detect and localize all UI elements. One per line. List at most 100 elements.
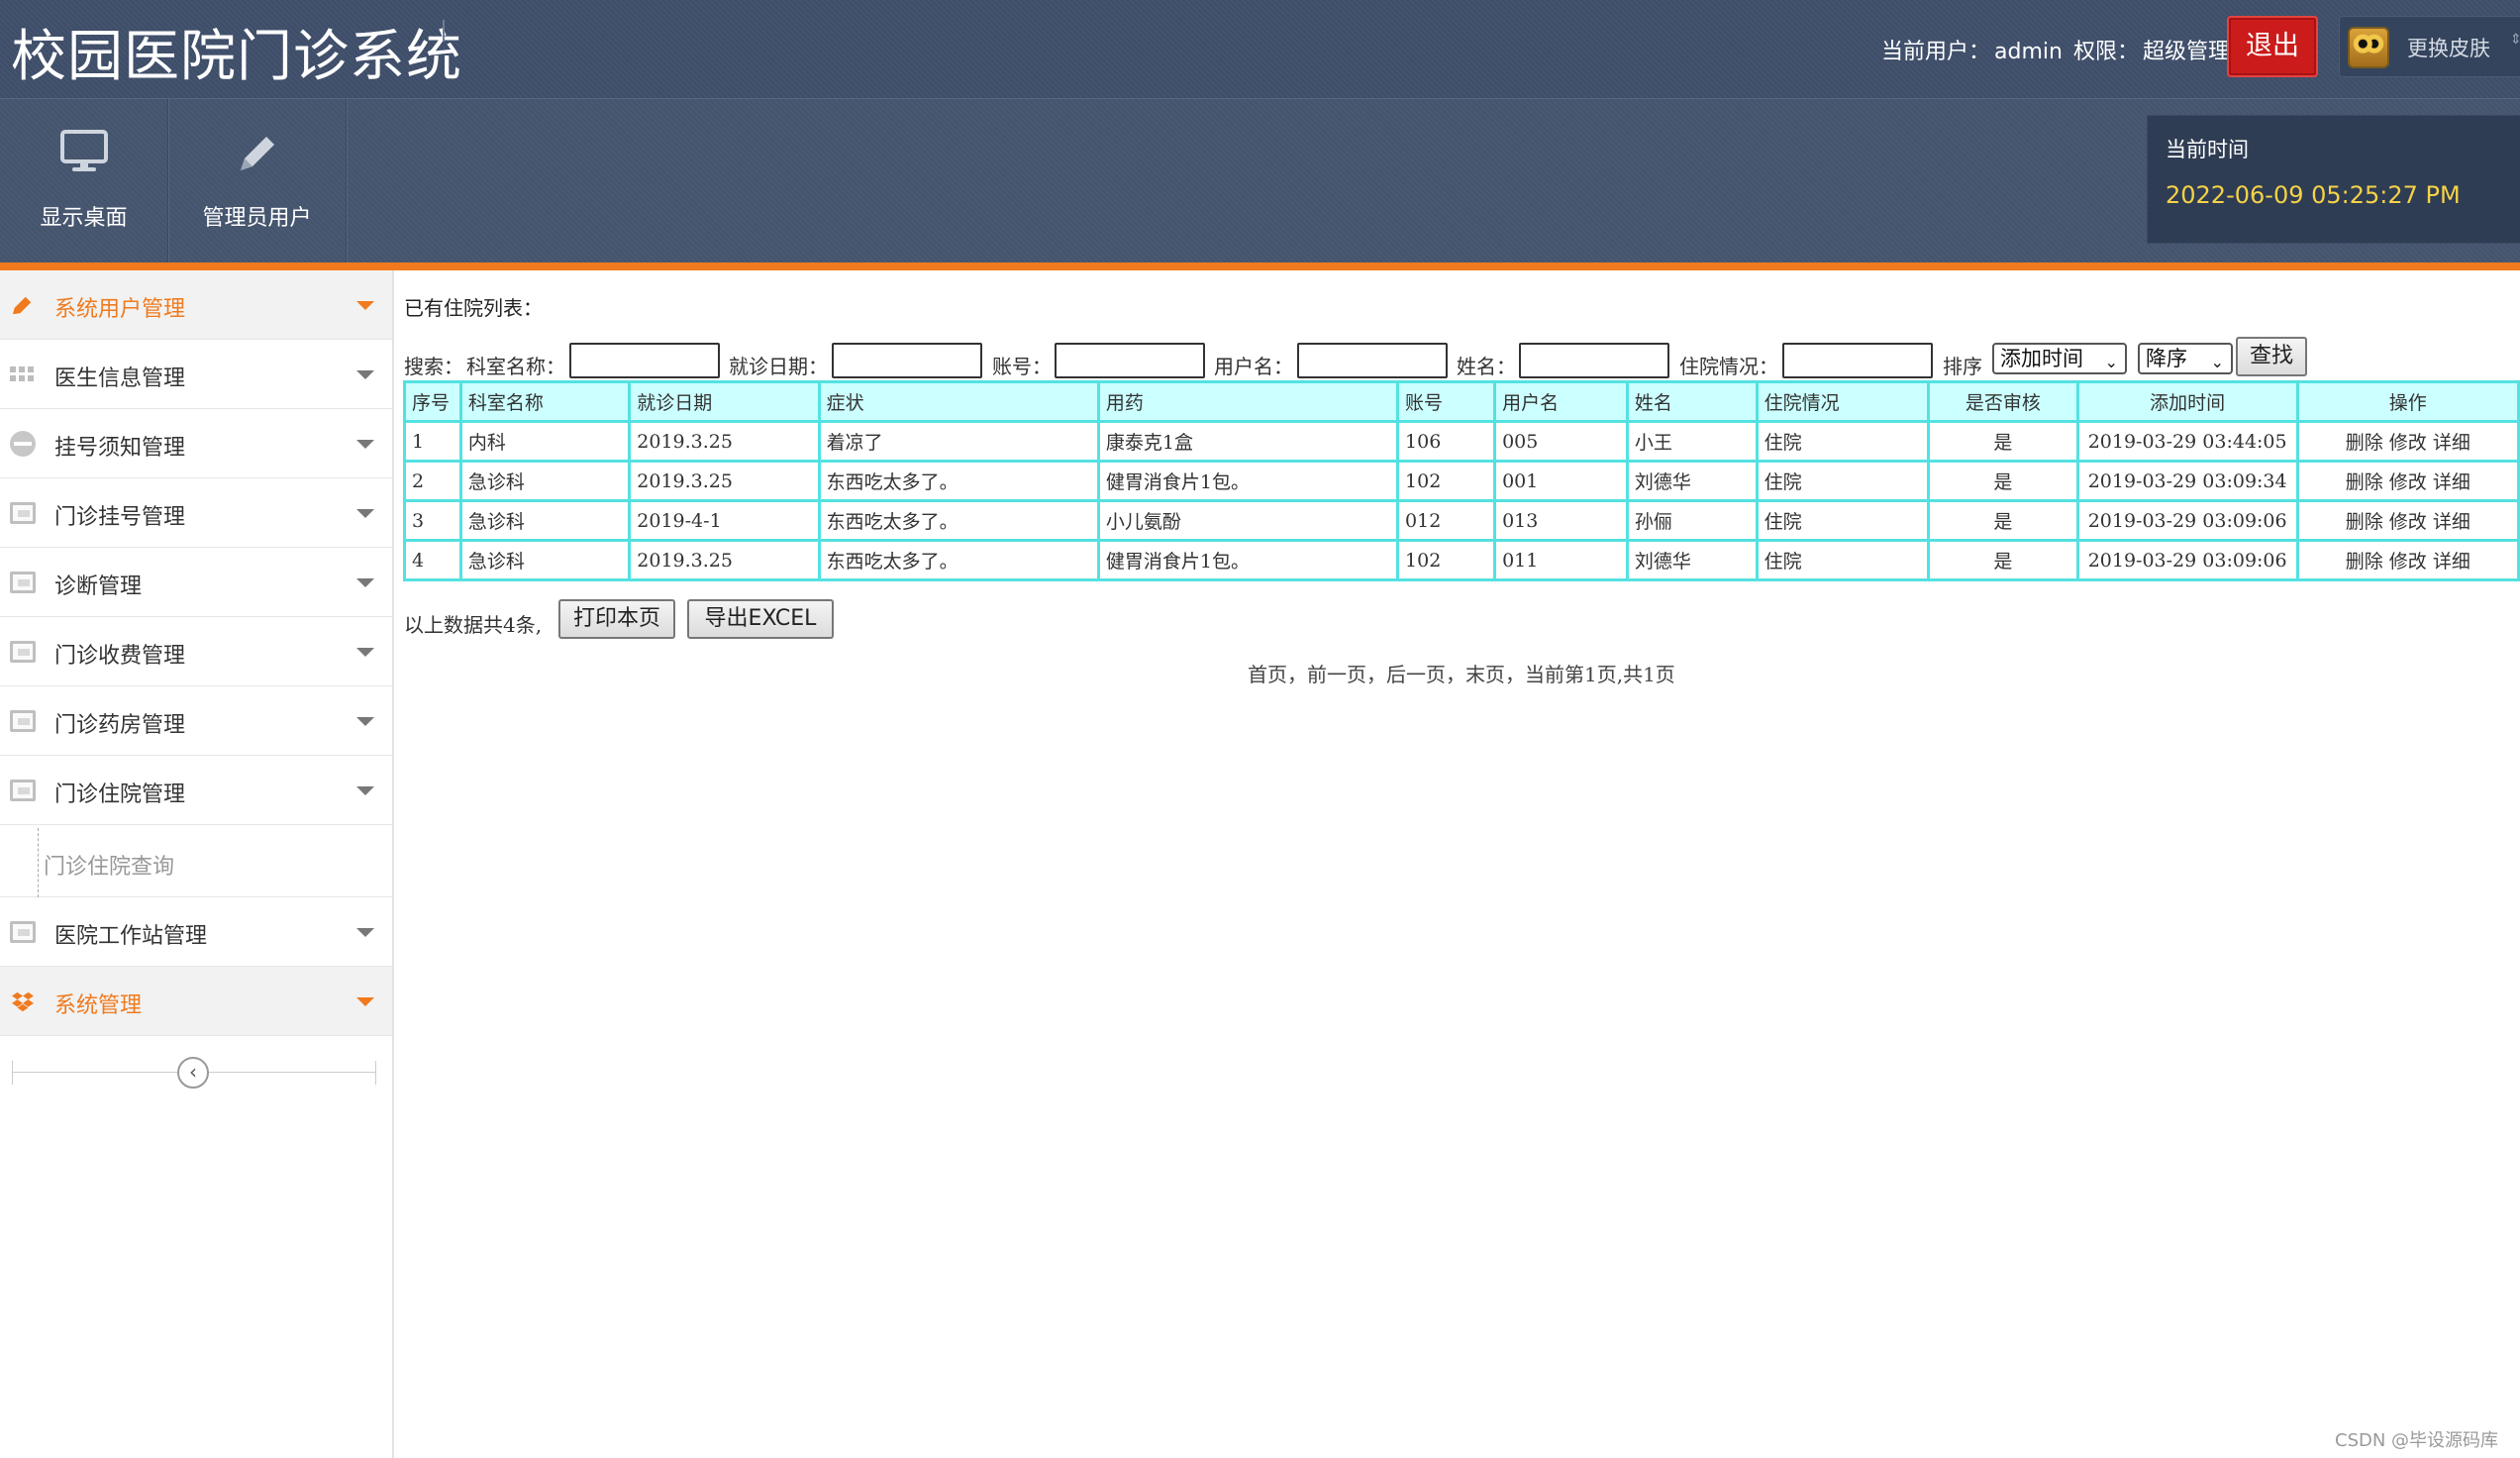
print-button[interactable]: 打印本页 — [558, 599, 675, 639]
sidebar-item-label: 门诊住院管理 — [54, 782, 186, 807]
cell-account: 102 — [1396, 460, 1497, 502]
dept-label: 科室名称： — [466, 355, 565, 378]
edit-link[interactable]: 修改 — [2389, 551, 2427, 573]
cell-dept: 急诊科 — [458, 539, 632, 581]
export-excel-button[interactable]: 导出EXCEL — [687, 599, 834, 639]
sidebar-item-label: 医院工作站管理 — [54, 924, 208, 949]
cell-name: 刘德华 — [1625, 539, 1759, 581]
app-title: 校园医院门诊系统 — [11, 25, 462, 89]
submenu-item-hospitalization-query[interactable]: 门诊住院查询 — [0, 828, 392, 897]
cell-symptom: 着凉了 — [817, 420, 1100, 463]
pencil-icon — [240, 137, 274, 170]
sidebar-item-label: 门诊收费管理 — [54, 644, 186, 669]
show-desktop-button[interactable]: 显示桌面 — [0, 99, 168, 262]
edit-link[interactable]: 修改 — [2389, 471, 2427, 493]
account-input[interactable] — [1055, 343, 1205, 378]
sidebar-item-hospitalization[interactable]: 门诊住院管理 — [0, 756, 392, 825]
main-content: 已有住院列表： 搜索： 科室名称： 就诊日期： 账号： 用户名： 姓名： 住院情… — [396, 270, 2520, 1458]
minus-circle-icon — [10, 431, 36, 457]
screen-icon — [10, 641, 36, 663]
search-prefix: 搜索： — [404, 355, 463, 378]
edit-link[interactable]: 修改 — [2389, 432, 2427, 454]
cell-visit-date: 2019-4-1 — [628, 499, 821, 542]
username-label: 用户名： — [1214, 355, 1293, 378]
cell-reviewed: 是 — [1926, 499, 2079, 542]
skin-scroll-icon: ⇕ — [2510, 32, 2520, 48]
sidebar-collapse-row: ‹ — [12, 1053, 376, 1093]
sidebar-item-registration-notice[interactable]: 挂号须知管理 — [0, 409, 392, 478]
delete-link[interactable]: 删除 — [2346, 471, 2383, 493]
account-label: 账号： — [992, 355, 1052, 378]
collapse-sidebar-button[interactable]: ‹ — [177, 1057, 209, 1089]
cell-username: 005 — [1493, 420, 1629, 463]
table-row: 3 急诊科 2019-4-1 东西吃太多了。 小儿氨酚 012 013 孙俪 住… — [403, 499, 2520, 542]
detail-link[interactable]: 详细 — [2433, 551, 2470, 573]
list-title: 已有住院列表： — [404, 296, 543, 320]
sidebar-item-system-management[interactable]: 系统管理 — [0, 967, 392, 1036]
sidebar-item-system-users[interactable]: 系统用户管理 — [0, 270, 392, 340]
chevron-down-icon — [356, 370, 374, 379]
column-header: 姓名 — [1625, 380, 1759, 423]
cell-visit-date: 2019.3.25 — [628, 539, 821, 581]
cell-index: 2 — [403, 460, 462, 502]
toolbar: 显示桌面 管理员用户 当前时间 2022-06-09 05:25:27 PM — [0, 99, 2520, 262]
cell-dept: 急诊科 — [458, 460, 632, 502]
sort-field-select[interactable]: 添加时间 ⌄ — [1992, 343, 2127, 374]
column-header: 住院情况 — [1755, 380, 1930, 423]
visit-date-input[interactable] — [832, 343, 982, 378]
username-input[interactable] — [1297, 343, 1448, 378]
sort-order-select[interactable]: 降序 ⌄ — [2138, 343, 2233, 374]
detail-link[interactable]: 详细 — [2433, 471, 2470, 493]
sidebar-item-pharmacy[interactable]: 门诊药房管理 — [0, 686, 392, 756]
screen-icon — [10, 502, 36, 524]
table-row: 4 急诊科 2019.3.25 东西吃太多了。 健胃消食片1包。 102 011… — [403, 539, 2520, 581]
logout-button[interactable]: 退出 — [2227, 16, 2318, 77]
chevron-down-icon: ⌄ — [2210, 353, 2224, 371]
dropbox-icon — [12, 991, 34, 1012]
cell-medication: 健胃消食片1包。 — [1096, 460, 1400, 502]
detail-link[interactable]: 详细 — [2433, 511, 2470, 533]
sidebar-item-label: 诊断管理 — [54, 574, 143, 599]
chevron-down-icon — [356, 509, 374, 518]
edit-link[interactable]: 修改 — [2389, 511, 2427, 533]
cell-name: 孙俪 — [1625, 499, 1759, 542]
admin-user-button[interactable]: 管理员用户 — [168, 99, 347, 262]
current-time-value: 2022-06-09 05:25:27 PM — [2166, 181, 2461, 209]
change-skin-button[interactable]: 更换皮肤 ⇕ — [2339, 16, 2520, 77]
column-header: 账号 — [1396, 380, 1497, 423]
show-desktop-label: 显示桌面 — [40, 206, 128, 231]
skin-label: 更换皮肤 — [2407, 37, 2490, 60]
dept-input[interactable] — [569, 343, 720, 378]
cell-account: 102 — [1396, 539, 1497, 581]
sidebar-item-workstation[interactable]: 医院工作站管理 — [0, 897, 392, 967]
cell-visit-date: 2019.3.25 — [628, 460, 821, 502]
cell-name: 小王 — [1625, 420, 1759, 463]
sidebar-item-diagnosis[interactable]: 诊断管理 — [0, 548, 392, 617]
pencil-icon — [12, 296, 32, 315]
cell-added-time: 2019-03-29 03:09:34 — [2075, 460, 2299, 502]
name-input[interactable] — [1519, 343, 1669, 378]
sort-label: 排序 — [1943, 355, 1982, 378]
search-button[interactable]: 查找 — [2236, 337, 2307, 376]
hospital-status-input[interactable] — [1782, 343, 1933, 378]
chevron-down-icon — [356, 717, 374, 726]
submenu-tree-line — [38, 828, 39, 897]
column-header: 症状 — [817, 380, 1100, 423]
chevron-down-icon: ⌄ — [2104, 353, 2118, 371]
collapse-divider-tick — [375, 1061, 376, 1085]
sidebar-item-billing[interactable]: 门诊收费管理 — [0, 617, 392, 686]
cell-hospital-status: 住院 — [1755, 539, 1930, 581]
delete-link[interactable]: 删除 — [2346, 551, 2383, 573]
delete-link[interactable]: 删除 — [2346, 511, 2383, 533]
cell-added-time: 2019-03-29 03:09:06 — [2075, 539, 2299, 581]
pagination[interactable]: 首页，前一页，后一页，末页，当前第1页,共1页 — [1248, 659, 2238, 687]
sidebar-item-label: 挂号须知管理 — [54, 436, 186, 461]
sidebar-item-doctors[interactable]: 医生信息管理 — [0, 340, 392, 409]
cell-username: 013 — [1493, 499, 1629, 542]
current-user-label: 当前用户： — [1881, 40, 1991, 64]
delete-link[interactable]: 删除 — [2346, 432, 2383, 454]
current-time-panel: 当前时间 2022-06-09 05:25:27 PM — [2147, 115, 2520, 244]
detail-link[interactable]: 详细 — [2433, 432, 2470, 454]
sidebar-item-outpatient-registration[interactable]: 门诊挂号管理 — [0, 478, 392, 548]
column-header: 添加时间 — [2075, 380, 2299, 423]
